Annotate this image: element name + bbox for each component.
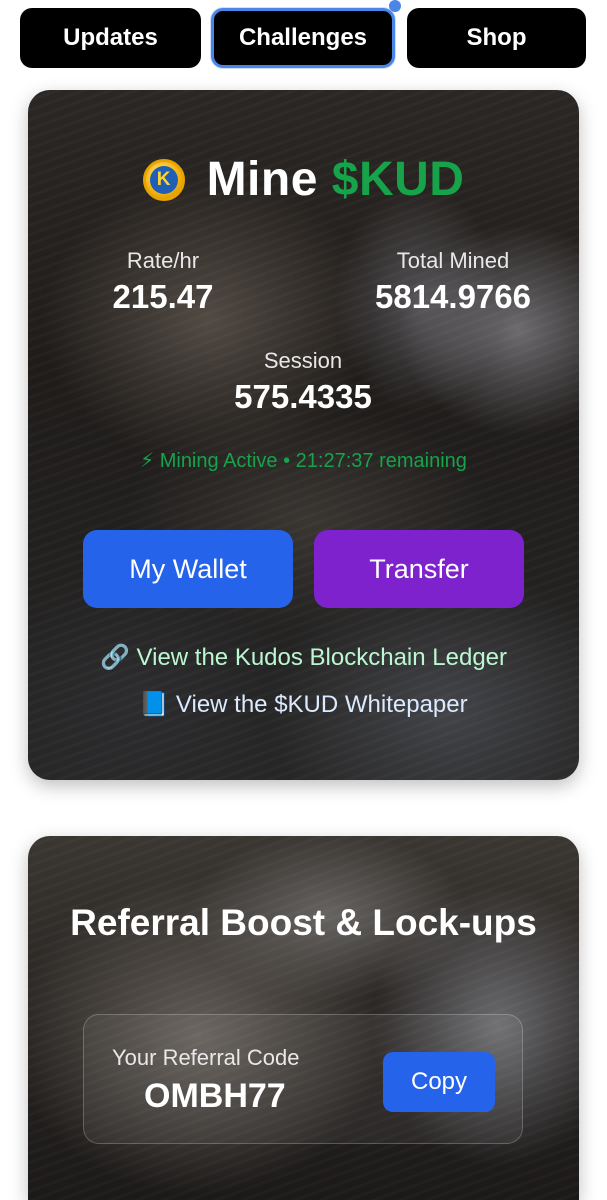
referral-card: Referral Boost & Lock-ups Your Referral … (28, 836, 579, 1200)
tab-challenges[interactable]: Challenges (211, 8, 395, 68)
tab-updates[interactable]: Updates (20, 8, 201, 68)
total-mined-label: Total Mined (396, 248, 510, 273)
session-value: 575.4335 (234, 378, 372, 415)
mining-card: K Mine $KUD Rate/hr 215.47 Total Mined 5… (28, 90, 579, 780)
session-label: Session (263, 348, 343, 373)
referral-title: Referral Boost & Lock-ups (70, 902, 537, 943)
mining-status: ⚡ Mining Active • 21:27:37 remaining (140, 450, 467, 472)
rate-value: 215.47 (112, 278, 214, 315)
mining-title: K Mine $KUD (28, 152, 579, 207)
whitepaper-link[interactable]: 📘 View the $KUD Whitepaper (28, 690, 579, 719)
rate-stat: Rate/hr 215.47 (68, 248, 258, 316)
referral-code-box: Your Referral Code OMBH77 Copy (83, 1014, 523, 1144)
tab-shop[interactable]: Shop (407, 8, 586, 68)
title-text: Mine (206, 153, 318, 206)
rate-label: Rate/hr (126, 248, 200, 273)
focus-indicator (389, 0, 401, 12)
transfer-button[interactable]: Transfer (314, 530, 524, 608)
title-accent: $KUD (331, 153, 465, 206)
session-stat: Session 575.4335 (188, 348, 418, 416)
ledger-link[interactable]: 🔗 View the Kudos Blockchain Ledger (28, 643, 579, 672)
my-wallet-button[interactable]: My Wallet (83, 530, 293, 608)
top-nav: Updates Challenges Shop (0, 0, 607, 80)
copy-button[interactable]: Copy (383, 1052, 495, 1112)
total-mined-value: 5814.9766 (375, 278, 531, 315)
total-mined-stat: Total Mined 5814.9766 (333, 248, 573, 316)
referral-code-label: Your Referral Code (112, 1045, 300, 1070)
kud-coin-icon: K (142, 158, 185, 201)
referral-code-value: OMBH77 (144, 1077, 286, 1115)
